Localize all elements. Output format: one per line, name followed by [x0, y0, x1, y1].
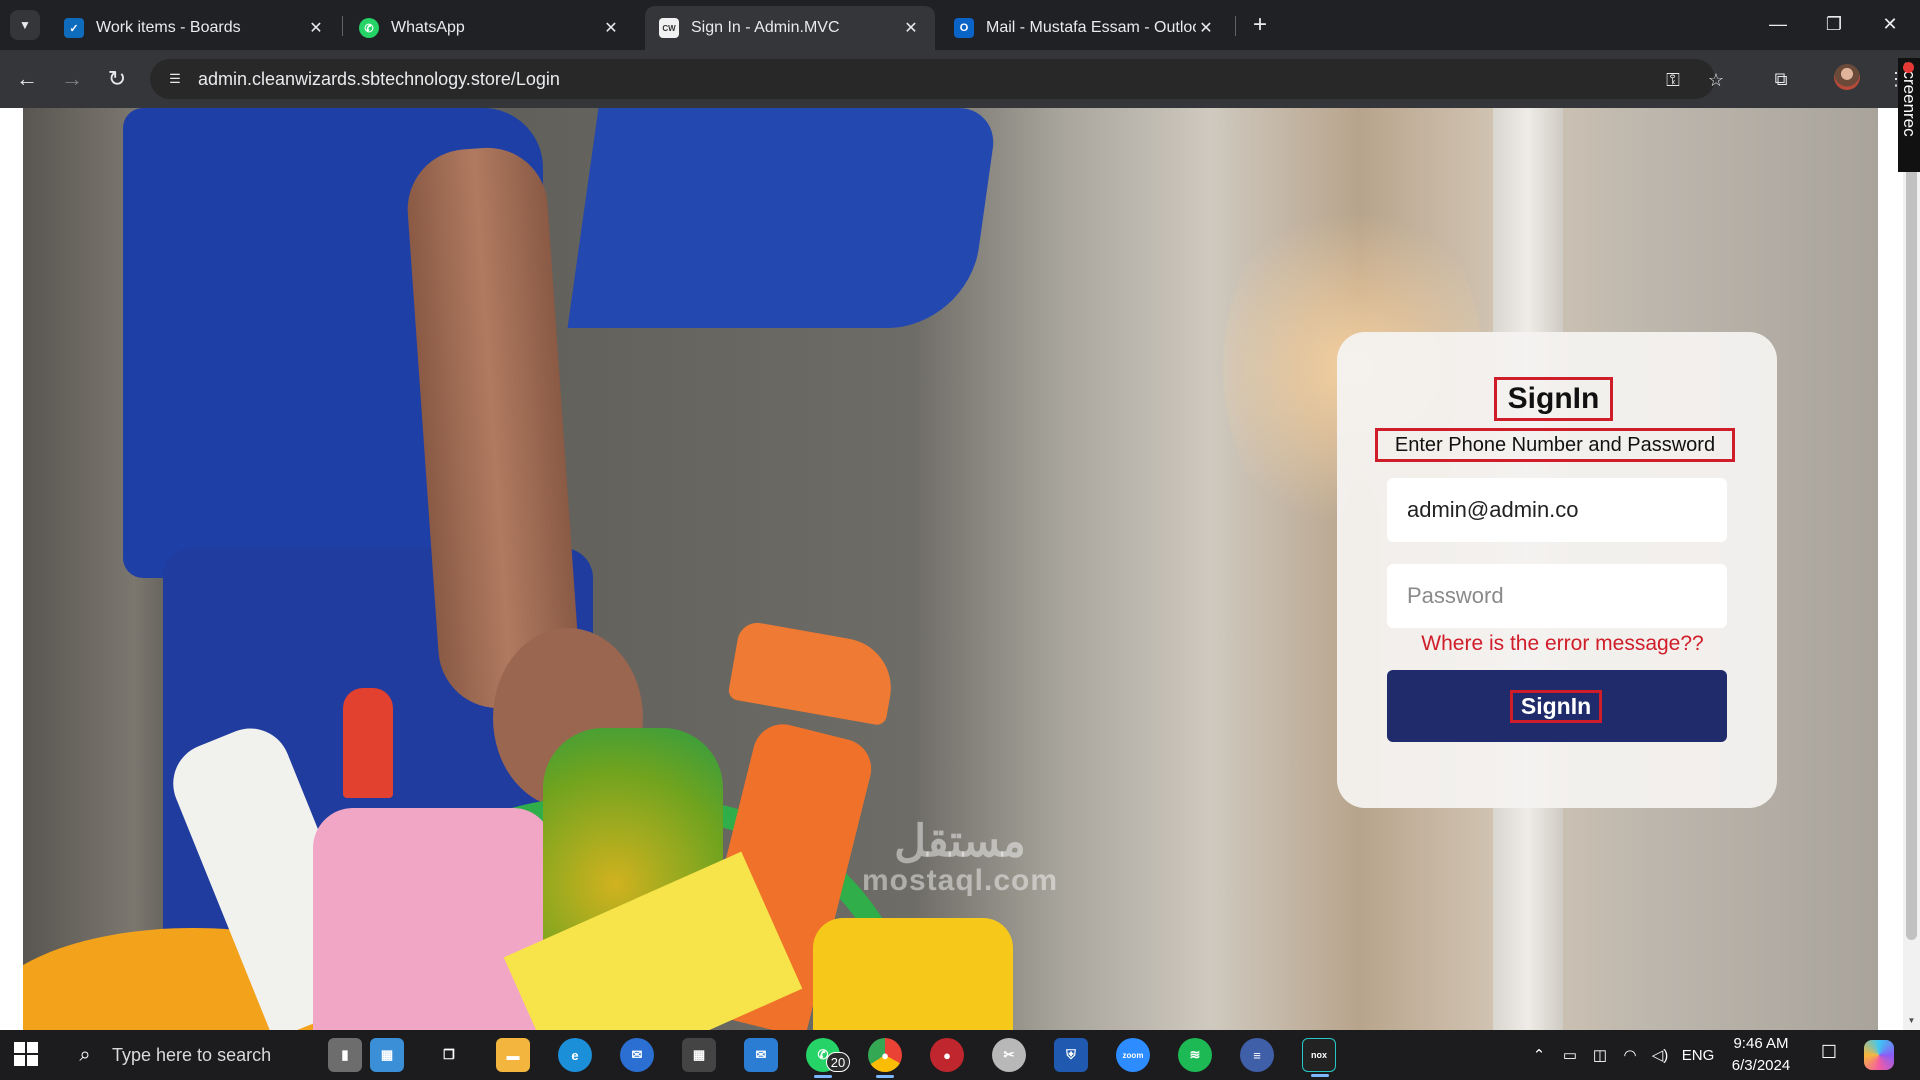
- profile-avatar[interactable]: [1834, 64, 1860, 90]
- watermark-latin: mostaql.com: [861, 864, 1059, 897]
- screen-recorder-icon[interactable]: ●: [930, 1038, 964, 1072]
- email-field[interactable]: [1387, 478, 1727, 542]
- tab-search-button[interactable]: ▼: [10, 10, 40, 40]
- clock-time: 9:46 AM: [1733, 1035, 1789, 1052]
- forward-icon[interactable]: →: [55, 62, 89, 96]
- close-icon[interactable]: ✕: [901, 18, 921, 38]
- back-icon[interactable]: ←: [10, 62, 44, 96]
- copilot-icon[interactable]: [1864, 1040, 1894, 1070]
- spotify-icon[interactable]: ≋: [1178, 1038, 1212, 1072]
- volume-icon[interactable]: ◁): [1648, 1044, 1672, 1066]
- clock-date: 6/3/2024: [1731, 1057, 1791, 1074]
- mail-icon[interactable]: ✉: [744, 1038, 778, 1072]
- close-icon[interactable]: ✕: [1196, 18, 1216, 38]
- watermark: مستقل mostaql.com: [840, 820, 1080, 898]
- thunderbird-icon[interactable]: ✉: [620, 1038, 654, 1072]
- search-icon: ⌕: [79, 1043, 91, 1066]
- nox-player-icon[interactable]: nox: [1302, 1038, 1336, 1077]
- key-icon[interactable]: ⚿: [1660, 67, 1686, 93]
- password-field[interactable]: [1387, 564, 1727, 628]
- tab-sign-in[interactable]: CW Sign In - Admin.MVC ✕: [645, 6, 935, 50]
- battery-icon[interactable]: ▭: [1558, 1044, 1582, 1066]
- close-icon[interactable]: ✕: [601, 18, 621, 38]
- scrollbar-thumb[interactable]: [1906, 120, 1917, 940]
- tab-outlook[interactable]: O Mail - Mustafa Essam - Outlook ✕: [940, 6, 1230, 50]
- azure-boards-icon: ✓: [64, 18, 84, 38]
- edge-icon[interactable]: e: [558, 1038, 592, 1072]
- address-bar[interactable]: ☰ admin.cleanwizards.sbtechnology.store/…: [150, 59, 1724, 99]
- task-view-icon[interactable]: ❐: [432, 1038, 466, 1072]
- tab-title: Sign In - Admin.MVC: [691, 19, 840, 36]
- outlook-icon: O: [954, 18, 974, 38]
- zoom-icon[interactable]: zoom: [1116, 1038, 1150, 1072]
- close-icon[interactable]: ✕: [306, 18, 326, 38]
- map-app-icon[interactable]: ▦: [370, 1038, 404, 1072]
- error-annotation: Where is the error message??: [1421, 632, 1704, 655]
- record-dot-icon: [1903, 62, 1914, 73]
- wifi-icon[interactable]: ◠: [1618, 1044, 1642, 1066]
- tab-whatsapp[interactable]: ✆ WhatsApp ✕: [345, 6, 635, 50]
- bookmark-star-icon[interactable]: ☆: [1703, 67, 1729, 93]
- taskbar-clock[interactable]: 9:46 AM 6/3/2024: [1718, 1033, 1804, 1077]
- taskbar-search-placeholder: Type here to search: [112, 1044, 272, 1065]
- signin-button-label[interactable]: SignIn: [1510, 690, 1602, 723]
- tray-overflow-icon[interactable]: ⌃: [1528, 1044, 1550, 1066]
- snipping-tool-icon[interactable]: ✂: [992, 1038, 1026, 1072]
- vpn-shield-icon[interactable]: ⛨: [1054, 1038, 1088, 1072]
- whatsapp-unread-badge: 20: [826, 1052, 850, 1072]
- browser-tabstrip: ▼ ✓ Work items - Boards ✕ ✆ WhatsApp ✕ C…: [0, 0, 1920, 50]
- language-indicator[interactable]: ENG: [1680, 1044, 1716, 1066]
- login-subtitle: Enter Phone Number and Password: [1375, 428, 1735, 462]
- microsoft-store-icon[interactable]: ▦: [682, 1038, 716, 1072]
- new-tab-button[interactable]: +: [1245, 10, 1275, 40]
- tab-separator: [342, 16, 343, 36]
- tab-title: WhatsApp: [391, 19, 465, 36]
- window-close-icon[interactable]: ✕: [1862, 6, 1918, 42]
- restore-icon[interactable]: ❐: [1806, 6, 1862, 42]
- chevron-down-icon: ▼: [19, 18, 31, 32]
- tab-title: Mail - Mustafa Essam - Outlook: [986, 19, 1196, 36]
- scroll-down-icon[interactable]: ▼: [1906, 1015, 1917, 1027]
- watermark-arabic: مستقل: [894, 817, 1026, 866]
- minimize-icon[interactable]: —: [1750, 6, 1806, 42]
- whatsapp-icon: ✆: [359, 18, 379, 38]
- screenrec-badge: screenrec: [1898, 58, 1920, 172]
- windows-start-icon[interactable]: [14, 1042, 38, 1066]
- reload-icon[interactable]: ↻: [100, 62, 134, 96]
- clean-wizards-icon: CW: [659, 18, 679, 38]
- tab-title: Work items - Boards: [96, 19, 241, 36]
- login-title: SignIn: [1494, 377, 1613, 421]
- chrome-icon[interactable]: ●: [868, 1038, 902, 1078]
- extensions-icon[interactable]: ⧉: [1765, 63, 1797, 95]
- tab-work-items[interactable]: ✓ Work items - Boards ✕: [50, 6, 340, 50]
- url-text: admin.cleanwizards.sbtechnology.store/Lo…: [198, 68, 560, 89]
- taskbar-search[interactable]: ⌕ Type here to search: [62, 1030, 317, 1080]
- file-explorer-icon[interactable]: ▬: [496, 1038, 530, 1072]
- app-disk-icon[interactable]: ≡: [1240, 1038, 1274, 1072]
- tab-separator: [1235, 16, 1236, 36]
- site-info-icon[interactable]: ☰: [164, 68, 186, 90]
- notification-icon[interactable]: ☐: [1816, 1042, 1842, 1068]
- camera-icon[interactable]: ◫: [1588, 1044, 1612, 1066]
- luggage-app-icon[interactable]: ▮: [328, 1038, 362, 1072]
- browser-toolbar: ← → ↻ ☰ admin.cleanwizards.sbtechnology.…: [0, 50, 1920, 108]
